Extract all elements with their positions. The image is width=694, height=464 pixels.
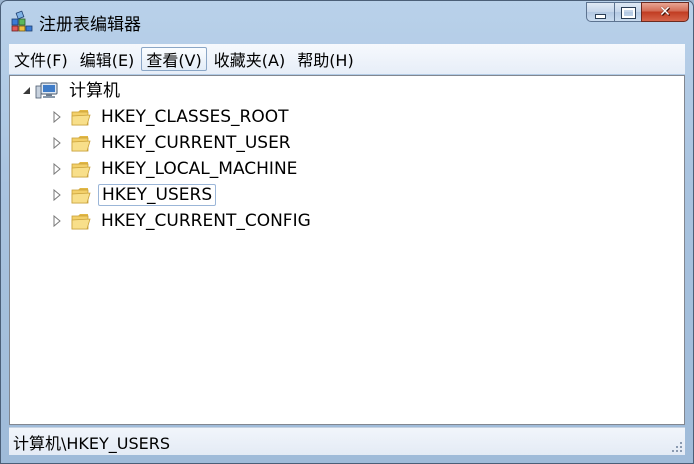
- menu-file[interactable]: 文件(F): [9, 47, 73, 71]
- title-bar[interactable]: 注册表编辑器 ✕: [1, 1, 693, 39]
- expand-arrow-icon[interactable]: [52, 110, 62, 124]
- tree-node-label-selected: HKEY_USERS: [98, 184, 217, 206]
- maximize-icon: [620, 7, 636, 19]
- folder-icon: [71, 214, 91, 230]
- menu-favorites[interactable]: 收藏夹(A): [209, 47, 290, 71]
- status-path: 计算机\HKEY_USERS: [13, 433, 171, 453]
- close-button[interactable]: ✕: [641, 2, 689, 22]
- registry-tree[interactable]: 计算机 HKEY_CLASSES_ROOT HKEY_CURRENT_USER …: [9, 75, 685, 425]
- computer-icon: [35, 82, 58, 99]
- folder-icon: [71, 188, 91, 204]
- tree-node-label: HKEY_CLASSES_ROOT: [101, 107, 289, 127]
- close-icon: ✕: [659, 4, 671, 20]
- expand-arrow-icon[interactable]: [52, 136, 62, 150]
- expand-arrow-icon[interactable]: [52, 162, 62, 176]
- tree-node-hkey-users[interactable]: HKEY_USERS: [10, 184, 330, 206]
- registry-editor-window: 注册表编辑器 ✕ 文件(F) 编辑(E) 查看(V) 收藏夹(A) 帮助(H): [0, 0, 694, 464]
- window-title: 注册表编辑器: [39, 15, 141, 35]
- tree-node-label: 计算机: [69, 81, 120, 101]
- tree-node-hkey-classes-root[interactable]: HKEY_CLASSES_ROOT: [10, 106, 330, 128]
- regedit-icon: [11, 10, 33, 32]
- tree-node-hkey-current-config[interactable]: HKEY_CURRENT_CONFIG: [10, 210, 330, 232]
- minimize-button[interactable]: [586, 2, 614, 22]
- expand-arrow-icon[interactable]: [52, 188, 62, 202]
- resize-grip-icon[interactable]: [671, 441, 683, 453]
- expand-arrow-icon[interactable]: [52, 214, 62, 228]
- menu-help[interactable]: 帮助(H): [292, 47, 359, 71]
- maximize-button[interactable]: [614, 2, 641, 22]
- tree-node-hkey-current-user[interactable]: HKEY_CURRENT_USER: [10, 132, 330, 154]
- minimize-icon: [595, 14, 606, 19]
- collapse-arrow-icon[interactable]: [22, 84, 32, 98]
- folder-icon: [71, 162, 91, 178]
- menu-bar: 文件(F) 编辑(E) 查看(V) 收藏夹(A) 帮助(H): [9, 44, 685, 74]
- tree-node-label: HKEY_CURRENT_CONFIG: [101, 211, 311, 231]
- tree-node-hkey-local-machine[interactable]: HKEY_LOCAL_MACHINE: [10, 158, 330, 180]
- folder-icon: [71, 110, 91, 126]
- menu-view[interactable]: 查看(V): [141, 47, 207, 71]
- tree-node-computer[interactable]: 计算机: [10, 80, 310, 102]
- tree-node-label: HKEY_CURRENT_USER: [101, 133, 291, 153]
- caption-buttons: ✕: [586, 2, 689, 22]
- status-bar: 计算机\HKEY_USERS: [9, 427, 685, 455]
- menu-edit[interactable]: 编辑(E): [75, 47, 140, 71]
- folder-icon: [71, 136, 91, 152]
- tree-node-label: HKEY_LOCAL_MACHINE: [101, 159, 298, 179]
